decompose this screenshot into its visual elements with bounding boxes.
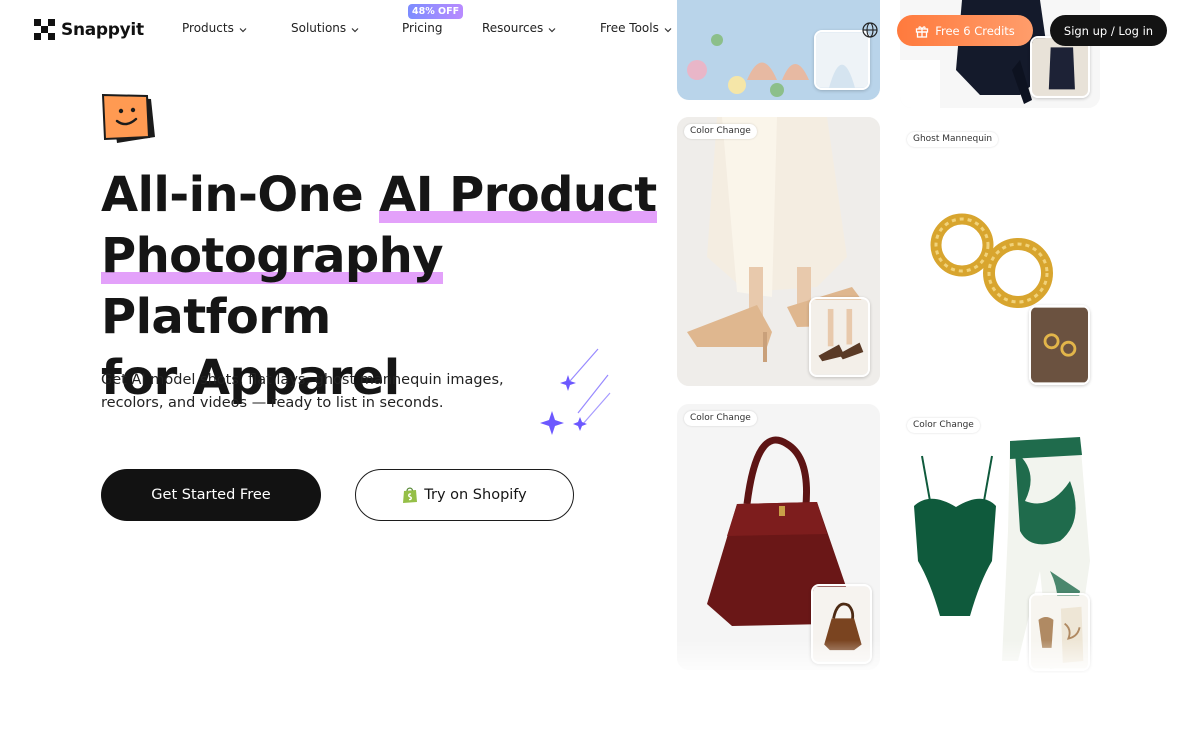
try-shopify-button[interactable]: Try on Shopify bbox=[355, 469, 574, 521]
nav-resources-label: Resources bbox=[482, 21, 544, 35]
headline-highlight-1: AI Product bbox=[379, 167, 657, 223]
brand-logo[interactable]: Snappyit bbox=[34, 19, 144, 40]
gallery-card-earrings: Ghost Mannequin bbox=[900, 125, 1100, 393]
gift-icon bbox=[916, 25, 929, 38]
chevron-down-icon bbox=[548, 27, 556, 32]
headline-text-1: All-in-One bbox=[101, 167, 380, 223]
gallery-card-heels: Color Change bbox=[677, 117, 880, 386]
pricing-discount-badge: 48% OFF bbox=[408, 4, 464, 19]
chevron-down-icon bbox=[664, 27, 672, 32]
card-tag: Color Change bbox=[684, 411, 757, 426]
mascot-cube-icon bbox=[101, 93, 155, 143]
nav-free-tools-label: Free Tools bbox=[600, 21, 659, 35]
get-started-button[interactable]: Get Started Free bbox=[101, 469, 321, 521]
nav-solutions[interactable]: Solutions bbox=[291, 21, 360, 35]
globe-icon[interactable] bbox=[861, 21, 879, 39]
card-tag: Color Change bbox=[907, 418, 980, 433]
logo-icon bbox=[34, 19, 55, 40]
hero-subtitle: Get AI model shots, flat lays, ghost man… bbox=[101, 372, 504, 411]
gallery-fade-overlay bbox=[660, 640, 1120, 680]
nav-free-tools[interactable]: Free Tools bbox=[600, 21, 673, 35]
chevron-down-icon bbox=[351, 27, 359, 32]
nav-products-label: Products bbox=[182, 21, 234, 35]
sparkle-stars-icon bbox=[540, 348, 611, 435]
brand-name: Snappyit bbox=[61, 19, 144, 40]
chevron-down-icon bbox=[239, 27, 247, 32]
shopify-bag-icon bbox=[403, 487, 418, 503]
heels-thumb bbox=[809, 297, 870, 377]
headline-text-2: Platform bbox=[101, 289, 331, 345]
headline-highlight-2: Photography bbox=[101, 228, 444, 284]
nav-resources[interactable]: Resources bbox=[482, 21, 557, 35]
nav-pricing-label: Pricing bbox=[402, 21, 443, 35]
free-credits-button[interactable]: Free 6 Credits bbox=[897, 15, 1033, 46]
gallery-card-swimsuit: Color Change bbox=[900, 411, 1100, 673]
card-tag: Color Change bbox=[684, 124, 757, 139]
try-shopify-label: Try on Shopify bbox=[424, 487, 527, 503]
nav-pricing[interactable]: Pricing bbox=[402, 21, 442, 35]
gallery-card-handbag: Color Change bbox=[677, 404, 880, 670]
nav-solutions-label: Solutions bbox=[291, 21, 347, 35]
signup-login-button[interactable]: Sign up / Log in bbox=[1050, 15, 1167, 46]
earrings-thumb-image bbox=[1031, 307, 1088, 383]
heels-thumb-image bbox=[811, 299, 868, 375]
card-tag: Ghost Mannequin bbox=[907, 132, 999, 147]
earrings-thumb bbox=[1029, 305, 1090, 385]
signup-login-label: Sign up / Log in bbox=[1063, 23, 1154, 38]
get-started-label: Get Started Free bbox=[151, 487, 271, 503]
free-credits-label: Free 6 Credits bbox=[935, 23, 1015, 38]
nav-products[interactable]: Products bbox=[182, 21, 248, 35]
site-header: Snappyit Products Solutions Pricing Reso… bbox=[0, 0, 1200, 62]
